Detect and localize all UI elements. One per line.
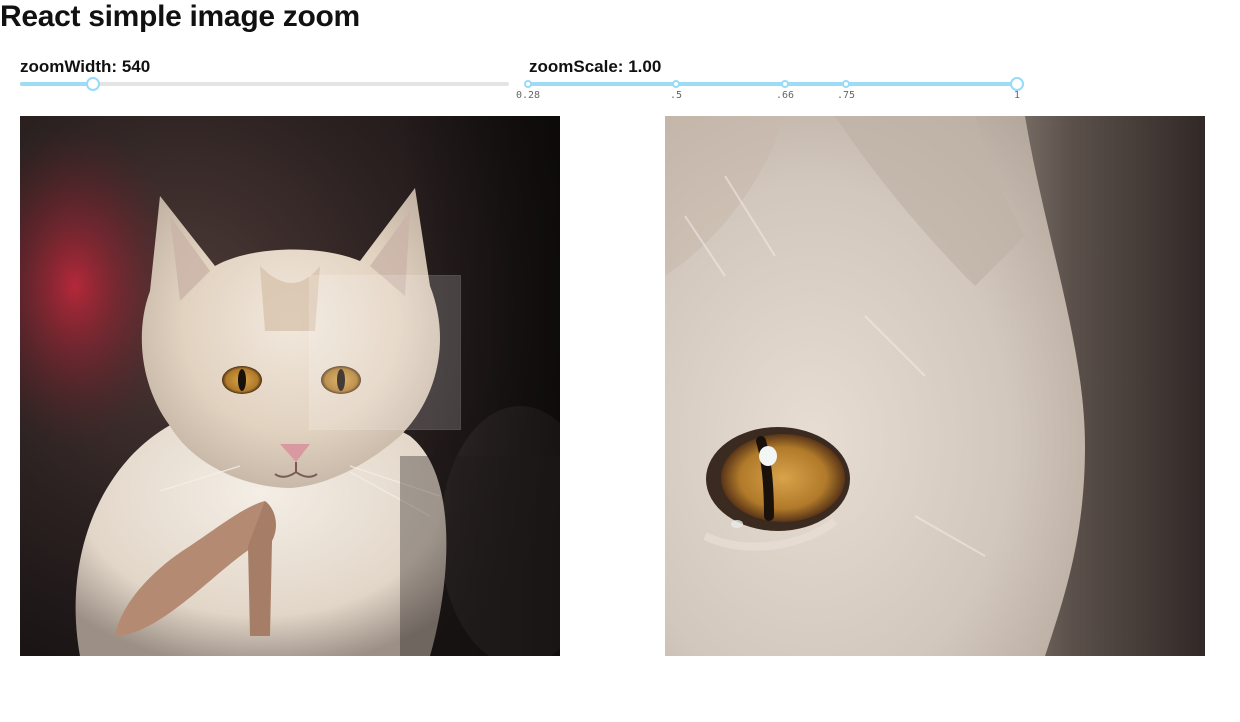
zoom-scale-mark[interactable]: 1 — [1014, 90, 1020, 101]
zoom-scale-dot[interactable] — [524, 80, 532, 88]
zoom-scale-track[interactable] — [528, 82, 1017, 86]
zoom-scale-dot[interactable] — [781, 80, 789, 88]
zoom-scale-mark[interactable]: .5 — [670, 90, 682, 101]
zoom-width-handle[interactable] — [86, 77, 100, 91]
zoom-scale-dot[interactable] — [672, 80, 680, 88]
zoom-scale-label: zoomScale: 1.00 — [529, 57, 662, 76]
zoomed-image-cat — [665, 116, 1205, 656]
source-image-cat — [20, 116, 560, 656]
zoomed-image — [665, 116, 1205, 656]
zoom-scale-mark[interactable]: .66 — [776, 90, 794, 101]
zoom-scale-mark[interactable]: 0.28 — [516, 90, 540, 101]
source-image[interactable] — [20, 116, 560, 656]
zoom-scale-mark[interactable]: .75 — [837, 90, 855, 101]
page: React simple image zoom zoomWidth: 540 z… — [0, 0, 1240, 722]
zoom-scale-handle[interactable] — [1010, 77, 1024, 91]
zoom-width-track — [20, 82, 93, 86]
zoom-scale-dot[interactable] — [842, 80, 850, 88]
page-title: React simple image zoom — [0, 0, 360, 33]
zoom-lens[interactable] — [309, 275, 461, 430]
zoom-width-label: zoomWidth: 540 — [20, 57, 151, 76]
